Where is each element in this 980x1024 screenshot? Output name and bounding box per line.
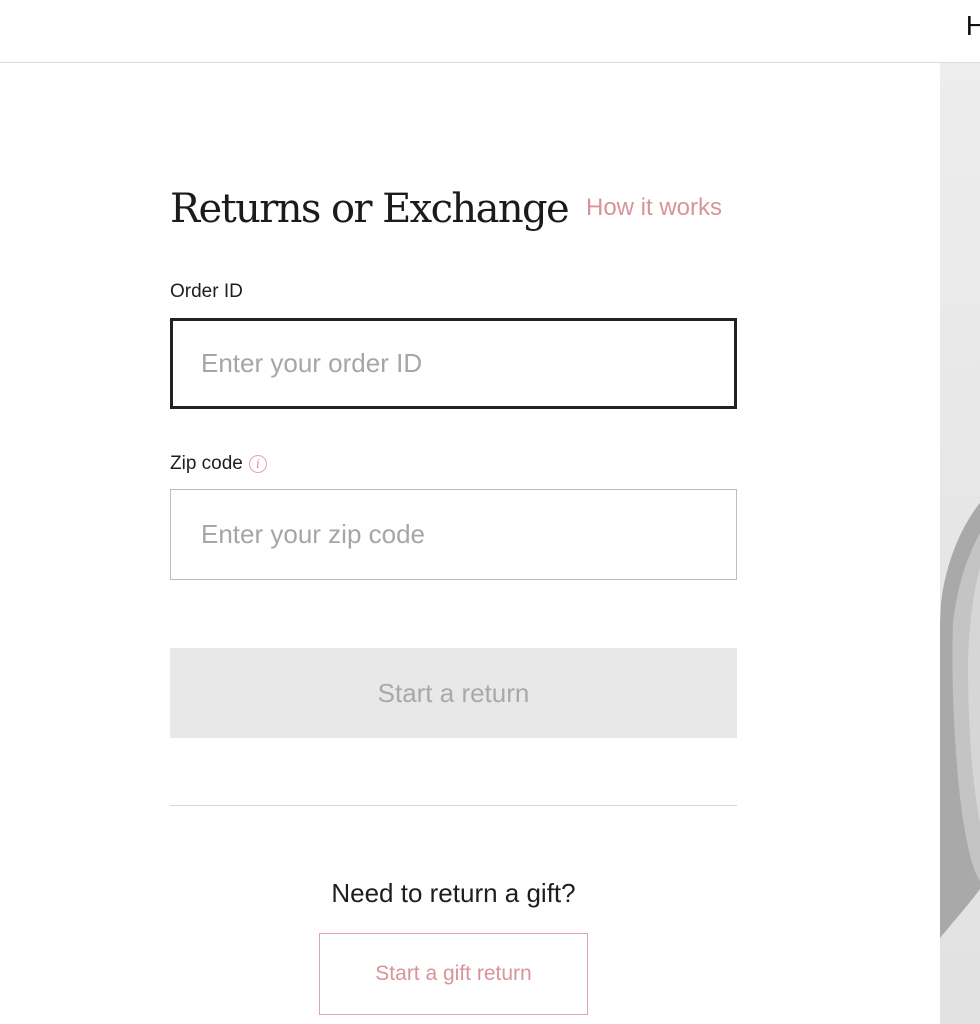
order-id-input[interactable] (170, 318, 737, 409)
page-title: Returns or Exchange (170, 186, 570, 232)
start-gift-return-button[interactable]: Start a gift return (319, 933, 588, 1015)
side-image-figure (940, 503, 980, 938)
zip-code-label-text: Zip code (170, 453, 243, 474)
header-partial-text: H (965, 10, 980, 41)
top-navigation-bar: H (0, 0, 980, 63)
gift-return-heading: Need to return a gift? (331, 878, 576, 908)
how-it-works-link[interactable]: How it works (586, 193, 722, 223)
zip-code-label: Zip code i (170, 452, 267, 476)
side-image-panel (940, 63, 980, 1024)
start-return-button[interactable]: Start a return (170, 648, 737, 738)
order-id-label-text: Order ID (170, 281, 243, 302)
order-id-label: Order ID (170, 280, 243, 304)
info-icon[interactable]: i (248, 455, 267, 473)
section-divider (170, 805, 737, 806)
zip-code-input[interactable] (170, 489, 737, 580)
